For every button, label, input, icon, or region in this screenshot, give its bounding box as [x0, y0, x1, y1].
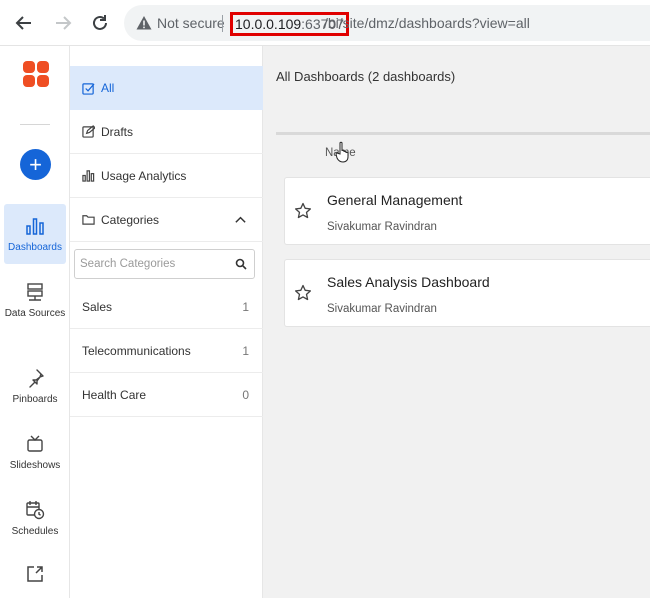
chevron-up-icon[interactable]	[234, 213, 247, 226]
dashboard-owner: Sivakumar Ravindran	[327, 221, 437, 233]
rail-item-export[interactable]	[4, 556, 66, 598]
bar-chart-icon	[26, 217, 44, 235]
category-count: 0	[242, 387, 249, 402]
calendar-clock-icon	[26, 500, 45, 519]
rail-item-pinboards[interactable]: Pinboards	[4, 356, 66, 416]
rail-item-dashboards[interactable]: Dashboards	[4, 204, 66, 264]
edit-icon	[82, 125, 95, 138]
address-bar[interactable]: Not secure 10.0.0.109:63707 /bi/site/dmz…	[124, 5, 650, 41]
rail-label-data-sources: Data Sources	[4, 307, 66, 319]
category-row[interactable]: Health Care 0	[70, 373, 263, 417]
dashboard-owner: Sivakumar Ravindran	[327, 303, 437, 315]
filter-all[interactable]: All	[70, 66, 263, 110]
reload-button[interactable]	[86, 9, 114, 37]
category-row[interactable]: Telecommunications 1	[70, 329, 263, 373]
dashboard-title[interactable]: General Management	[327, 192, 462, 208]
star-icon[interactable]	[294, 284, 312, 302]
rail-item-schedules[interactable]: Schedules	[4, 488, 66, 548]
app-nav-rail: + Dashboards Data Sources Pinboards Slid…	[0, 46, 70, 598]
rail-label-schedules: Schedules	[11, 525, 59, 537]
checkbox-icon	[82, 82, 95, 95]
rail-label-slideshows: Slideshows	[9, 459, 61, 471]
category-row[interactable]: Sales 1	[70, 285, 263, 329]
dashboard-card[interactable]: General Management Sivakumar Ravindran	[284, 177, 650, 245]
list-header-divider	[276, 132, 650, 135]
arrow-left-icon	[15, 16, 31, 30]
category-name: Health Care	[82, 387, 147, 402]
dashboard-title[interactable]: Sales Analysis Dashboard	[327, 274, 490, 290]
arrow-right-icon	[56, 16, 72, 30]
app-logo-icon	[23, 61, 49, 87]
dashboard-card[interactable]: Sales Analysis Dashboard Sivakumar Ravin…	[284, 259, 650, 327]
star-icon[interactable]	[294, 202, 312, 220]
back-button[interactable]	[10, 9, 38, 37]
category-name: Telecommunications	[82, 343, 191, 358]
category-search	[74, 249, 255, 279]
filter-drafts[interactable]: Drafts	[70, 110, 263, 154]
pin-icon	[29, 368, 44, 388]
bar-chart-small-icon	[82, 170, 95, 182]
url-path: /bi/site/dmz/dashboards?view=all	[324, 15, 530, 31]
rail-label-dashboards: Dashboards	[8, 241, 62, 253]
browser-toolbar: Not secure 10.0.0.109:63707 /bi/site/dmz…	[0, 0, 650, 46]
reload-icon	[93, 15, 107, 30]
search-icon[interactable]	[235, 258, 247, 270]
category-count: 1	[242, 343, 249, 358]
forward-button[interactable]	[49, 9, 77, 37]
create-new-button[interactable]: +	[20, 149, 51, 180]
address-divider	[222, 15, 223, 32]
categories-header[interactable]: Categories	[70, 198, 263, 242]
hand-cursor-icon	[335, 141, 349, 163]
export-icon	[27, 566, 43, 582]
security-status-label[interactable]: Not secure	[157, 15, 225, 31]
dashboard-list-panel: All Dashboards (2 dashboards) Name Gener…	[263, 46, 650, 598]
category-name: Sales	[82, 299, 113, 314]
filter-usage-label: Usage Analytics	[101, 168, 187, 183]
dashboard-filter-sidebar: All Drafts Usage Analytics Categories Sa…	[70, 46, 263, 598]
categories-label: Categories	[101, 212, 160, 227]
rail-label-pinboards: Pinboards	[12, 393, 58, 405]
server-icon	[27, 282, 43, 301]
filter-usage-analytics[interactable]: Usage Analytics	[70, 154, 263, 198]
rail-item-slideshows[interactable]: Slideshows	[4, 422, 66, 482]
rail-divider	[20, 124, 50, 125]
url-host: 10.0.0.109	[235, 16, 302, 32]
filter-all-label: All	[101, 81, 115, 95]
filter-drafts-label: Drafts	[101, 124, 134, 139]
category-count: 1	[242, 299, 249, 314]
folder-icon	[82, 215, 95, 225]
category-search-input[interactable]	[75, 250, 230, 278]
page-title: All Dashboards (2 dashboards)	[276, 69, 456, 84]
warning-icon	[136, 16, 152, 30]
tv-icon	[27, 435, 43, 452]
rail-item-data-sources[interactable]: Data Sources	[4, 270, 66, 330]
